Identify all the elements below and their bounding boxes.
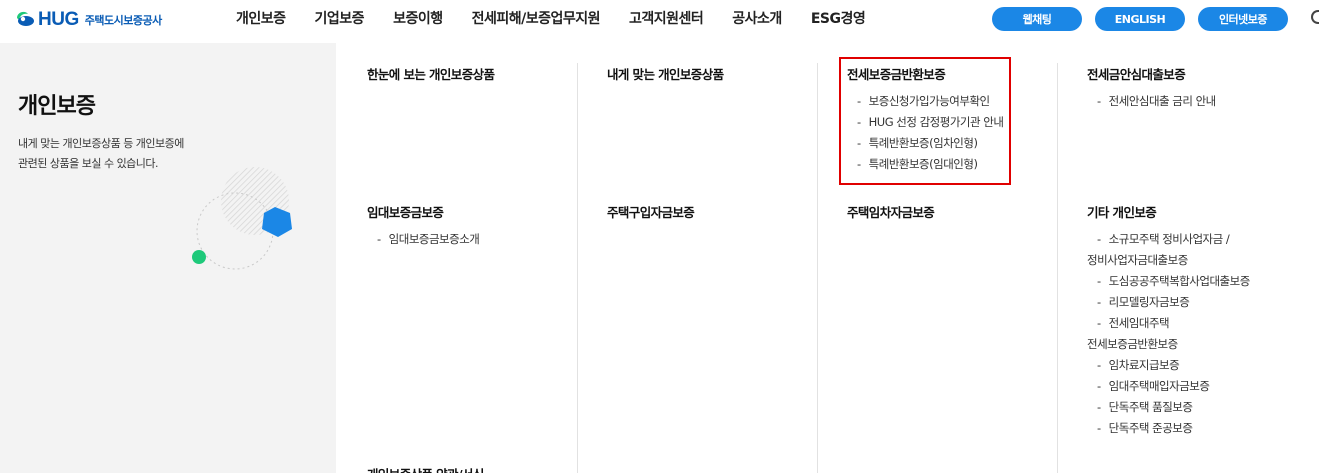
menu-group-title[interactable]: 주택임차자금보증 — [847, 202, 1057, 221]
gnb-about[interactable]: 공사소개 — [732, 8, 782, 28]
sub-menu-item[interactable]: - 임대보증금보증소개 — [367, 229, 577, 250]
hug-logo[interactable]: HUG 주택도시보증공사 — [14, 5, 162, 35]
header: HUG 주택도시보증공사 개인보증 기업보증 보증이행 전세피해/보증업무지원 … — [0, 0, 1321, 43]
menu-group-title[interactable]: 임대보증금보증 — [367, 202, 577, 221]
sub-menu-item[interactable]: - HUG 선정 감정평가기관 안내 — [847, 112, 1057, 133]
hug-logo-icon — [14, 9, 40, 31]
sub-menu-label: 리모델링자금보증 — [1108, 295, 1190, 309]
gnb-personal-guarantee[interactable]: 개인보증 — [236, 8, 286, 28]
english-button[interactable]: ENGLISH — [1095, 7, 1185, 31]
sub-menu-label: 전세임대주택 — [1108, 316, 1170, 330]
menu-group-title[interactable]: 한눈에 보는 개인보증상품 — [367, 64, 577, 83]
sub-menu-list: - 전세안심대출 금리 안내 — [1087, 91, 1297, 112]
sub-menu-label: 특례반환보증(임차인형) — [868, 136, 978, 150]
utility-buttons: 웹채팅 ENGLISH 인터넷보증 — [992, 7, 1301, 31]
sub-menu-item[interactable]: - 특례반환보증(임차인형) — [847, 133, 1057, 154]
page-title: 개인보증 — [18, 94, 96, 119]
sub-menu-item[interactable]: - 전세임대주택 전세보증금반환보증 — [1087, 313, 1297, 355]
sub-menu-list: - 소규모주택 정비사업자금 / 정비사업자금대출보증 - 도심공공주택복합사업대출보… — [1087, 229, 1297, 439]
logo-text: HUG — [38, 9, 79, 30]
internet-guarantee-button[interactable]: 인터넷보증 — [1198, 7, 1288, 31]
sub-menu-label: 전세안심대출 금리 안내 — [1108, 94, 1217, 108]
sub-menu-label: 단독주택 품질보증 — [1108, 400, 1193, 414]
sub-menu-label: HUG 선정 감정평가기관 안내 — [868, 115, 1004, 129]
menu-group: 전세보증금반환보증 - 보증신청가입가능여부확인 - HUG 선정 감정평가기관 안… — [847, 64, 1057, 175]
gnb-guarantee-performance[interactable]: 보증이행 — [393, 8, 443, 28]
menu-group-title[interactable]: 주택구입자금보증 — [607, 202, 817, 221]
description-line: 내게 맞는 개인보증상품 등 개인보증에 — [18, 137, 184, 150]
column-divider — [1057, 63, 1058, 473]
menu-group: 한눈에 보는 개인보증상품 — [367, 64, 577, 83]
global-nav: 개인보증 기업보증 보증이행 전세피해/보증업무지원 고객지원센터 공사소개 E… — [236, 0, 894, 36]
logo-subtitle: 주택도시보증공사 — [84, 14, 162, 27]
sub-menu-label: 특례반환보증(임대인형) — [868, 157, 978, 171]
sub-menu-label: 정비사업자금대출보증 — [1087, 253, 1188, 267]
gnb-jeonse-damage-support[interactable]: 전세피해/보증업무지원 — [472, 8, 601, 28]
sub-menu-label: 소규모주택 정비사업자금 / — [1108, 232, 1230, 246]
sub-menu-list: - 임대보증금보증소개 — [367, 229, 577, 250]
search-icon[interactable] — [1311, 10, 1319, 24]
sub-menu-label: 단독주택 준공보증 — [1108, 421, 1193, 435]
menu-group-title[interactable]: 내게 맞는 개인보증상품 — [607, 64, 817, 83]
menu-group-title[interactable]: 전세금안심대출보증 — [1087, 64, 1297, 83]
gnb-customer-center[interactable]: 고객지원센터 — [629, 8, 704, 28]
sub-menu-label: 전세보증금반환보증 — [1087, 337, 1178, 351]
sub-menu-label: 도심공공주택복합사업대출보증 — [1108, 274, 1251, 288]
mega-menu: 한눈에 보는 개인보증상품 내게 맞는 개인보증상품 전세보증금반환보증 - 보증… — [336, 43, 1321, 473]
column-divider — [577, 63, 578, 473]
gnb-corporate-guarantee[interactable]: 기업보증 — [315, 8, 365, 28]
sub-menu-item[interactable]: - 소규모주택 정비사업자금 / 정비사업자금대출보증 — [1087, 229, 1297, 271]
side-panel: 개인보증 내게 맞는 개인보증상품 등 개인보증에 관련된 상품을 보실 수 있… — [0, 43, 336, 473]
sub-menu-list: - 보증신청가입가능여부확인 - HUG 선정 감정평가기관 안내 - 특례반환보증(… — [847, 91, 1057, 175]
webchat-button[interactable]: 웹채팅 — [992, 7, 1082, 31]
sub-menu-item[interactable]: - 보증신청가입가능여부확인 — [847, 91, 1057, 112]
sub-menu-item[interactable]: - 전세안심대출 금리 안내 — [1087, 91, 1297, 112]
sub-menu-label: 임차료지급보증 — [1108, 358, 1180, 372]
column-divider — [817, 63, 818, 473]
menu-group-title[interactable]: 기타 개인보증 — [1087, 202, 1297, 221]
menu-group: 주택임차자금보증 — [847, 202, 1057, 221]
sub-menu-item[interactable]: - 단독주택 품질보증 — [1087, 397, 1297, 418]
menu-group-title[interactable]: 개인보증상품 약관/서식 — [367, 464, 577, 473]
menu-group: 내게 맞는 개인보증상품 — [607, 64, 817, 83]
menu-group: 개인보증상품 약관/서식 — [367, 464, 577, 473]
sub-menu-label: 보증신청가입가능여부확인 — [868, 94, 990, 108]
sub-menu-item[interactable]: - 임대주택매입자금보증 — [1087, 376, 1297, 397]
sub-menu-item[interactable]: - 임차료지급보증 — [1087, 355, 1297, 376]
menu-group: 기타 개인보증 - 소규모주택 정비사업자금 / 정비사업자금대출보증 - 도심공공주… — [1087, 202, 1297, 439]
sub-menu-label: 임대보증금보증소개 — [388, 232, 480, 246]
menu-group: 임대보증금보증 - 임대보증금보증소개 — [367, 202, 577, 250]
sub-menu-item[interactable]: - 특례반환보증(임대인형) — [847, 154, 1057, 175]
decorative-illustration — [180, 161, 310, 281]
menu-group-title[interactable]: 전세보증금반환보증 — [847, 64, 1057, 83]
sub-menu-item[interactable]: - 단독주택 준공보증 — [1087, 418, 1297, 439]
gnb-esg[interactable]: ESG경영 — [811, 8, 866, 28]
sub-menu-label: 임대주택매입자금보증 — [1108, 379, 1210, 393]
menu-group: 전세금안심대출보증 - 전세안심대출 금리 안내 — [1087, 64, 1297, 112]
sub-menu-item[interactable]: - 도심공공주택복합사업대출보증 — [1087, 271, 1297, 292]
menu-group: 주택구입자금보증 — [607, 202, 817, 221]
sub-menu-item[interactable]: - 리모델링자금보증 — [1087, 292, 1297, 313]
